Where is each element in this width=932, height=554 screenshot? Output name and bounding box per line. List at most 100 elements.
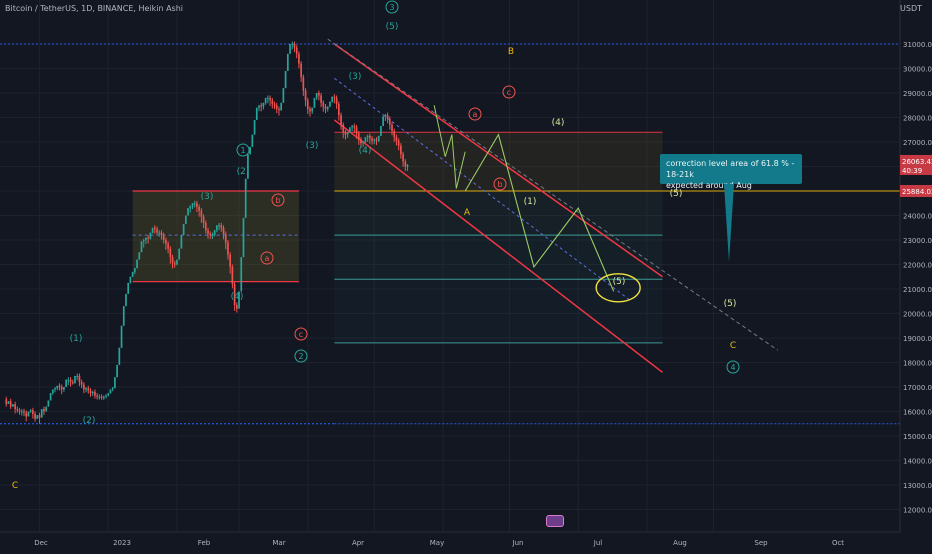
candle-body [85, 388, 87, 390]
candle-body [43, 409, 45, 412]
candle-body [198, 206, 200, 211]
candle-body [7, 401, 10, 404]
last-price-label: 26063.43 [902, 158, 932, 166]
candle-body [286, 53, 289, 71]
candle-body [388, 118, 391, 125]
chart-svg: (1)(2)(3)(4)(5)(3)(4)(5)(1)(2)(3) (4)(5)(… [0, 0, 932, 550]
candle-body [54, 388, 56, 390]
candle-body [187, 208, 189, 216]
candle-body [36, 415, 39, 419]
y-tick-label: 17000.00 [903, 384, 932, 392]
y-tick-label: 20000.00 [903, 311, 932, 319]
wave-label: c [299, 330, 303, 339]
y-tick-label: 19000.00 [903, 335, 932, 343]
y-tick-label: 29000.00 [903, 90, 932, 98]
callout-line-1: correction level area of 61.8 % - 18-21k [666, 159, 795, 179]
candle-body [251, 134, 254, 147]
candle-body [386, 115, 389, 119]
chart[interactable]: (1) (2) (3) (4) (5) (3) (4) (5) (1) (2) (3) (4) (5)(… [0, 0, 932, 550]
candle-body [165, 240, 167, 244]
candle-body [402, 154, 404, 162]
candle-body [87, 388, 90, 391]
wave-label: 3 [389, 3, 394, 12]
candle-body [69, 379, 72, 383]
candle-body [342, 124, 345, 133]
candle-body [156, 228, 158, 233]
candle-body [227, 242, 229, 255]
candle-body [138, 252, 141, 260]
candle-body [306, 100, 309, 109]
candle-body [369, 135, 371, 139]
candle-body [153, 227, 156, 229]
candle-body [89, 390, 92, 394]
candle-body [326, 106, 329, 109]
candle-body [235, 304, 238, 309]
wave-label: (3) [349, 72, 362, 82]
wave-label: C [730, 341, 736, 351]
candle-body [23, 411, 25, 413]
candle-body [51, 389, 54, 394]
candle-body [71, 382, 74, 384]
candle-body [355, 127, 358, 134]
candle-body [176, 259, 178, 265]
candle-body [340, 115, 342, 125]
wave-label: b [497, 180, 502, 189]
candle-body [406, 164, 409, 167]
candle-body [360, 139, 362, 144]
candle-body [284, 70, 287, 89]
candle-body [184, 215, 187, 225]
candle-body [309, 108, 311, 112]
candle-body [191, 203, 194, 206]
candle-body [5, 399, 8, 404]
x-tick-label: May [430, 539, 444, 547]
candle-body [351, 126, 353, 128]
candle-body [142, 240, 145, 242]
candle-body [149, 232, 152, 239]
candle-body [18, 410, 21, 412]
us-flag-icon[interactable] [546, 515, 564, 527]
y-tick-label: 15000.00 [903, 433, 932, 441]
candle-body [49, 393, 52, 401]
x-tick-label: Jul [593, 539, 603, 547]
wave-label: b [275, 196, 280, 205]
candle-body [98, 396, 101, 398]
candle-body [27, 411, 30, 417]
candle-body [129, 276, 132, 283]
candle-body [375, 139, 378, 141]
wave-label: 2 [298, 352, 303, 361]
candle-body [278, 108, 280, 111]
candle-body [364, 137, 367, 142]
callout-pointer [724, 184, 734, 262]
candle-body [147, 237, 150, 239]
candle-body [335, 97, 338, 105]
wave-label: B [508, 47, 514, 57]
x-tick-label: Apr [352, 539, 364, 547]
candle-body [384, 115, 387, 117]
candle-body [318, 93, 320, 96]
candle-body [224, 233, 227, 243]
candle-body [275, 105, 278, 109]
wave-label: (4) [552, 118, 565, 128]
candle-body [329, 101, 331, 107]
x-tick-label: Mar [272, 539, 285, 547]
candle-body [109, 389, 112, 394]
wave-label: (2) [237, 167, 250, 177]
currency-label: USDT [900, 4, 922, 13]
wave-label: (1) [70, 334, 83, 344]
candle-body [114, 377, 116, 389]
candle-body [111, 388, 114, 390]
candle-body [105, 395, 107, 397]
wave-label: C [12, 481, 18, 491]
candle-body [45, 406, 48, 412]
candle-body [60, 387, 63, 390]
y-tick-label: 24000.00 [903, 213, 932, 221]
candle-body [182, 224, 185, 236]
price-axis-bg [900, 0, 932, 550]
fib-zone [334, 191, 663, 236]
candle-body [222, 227, 225, 234]
countdown-label: 40:39 [902, 167, 922, 175]
candle-body [264, 97, 267, 103]
candle-body [171, 257, 174, 264]
candle-body [371, 138, 373, 141]
candle-body [289, 44, 291, 54]
